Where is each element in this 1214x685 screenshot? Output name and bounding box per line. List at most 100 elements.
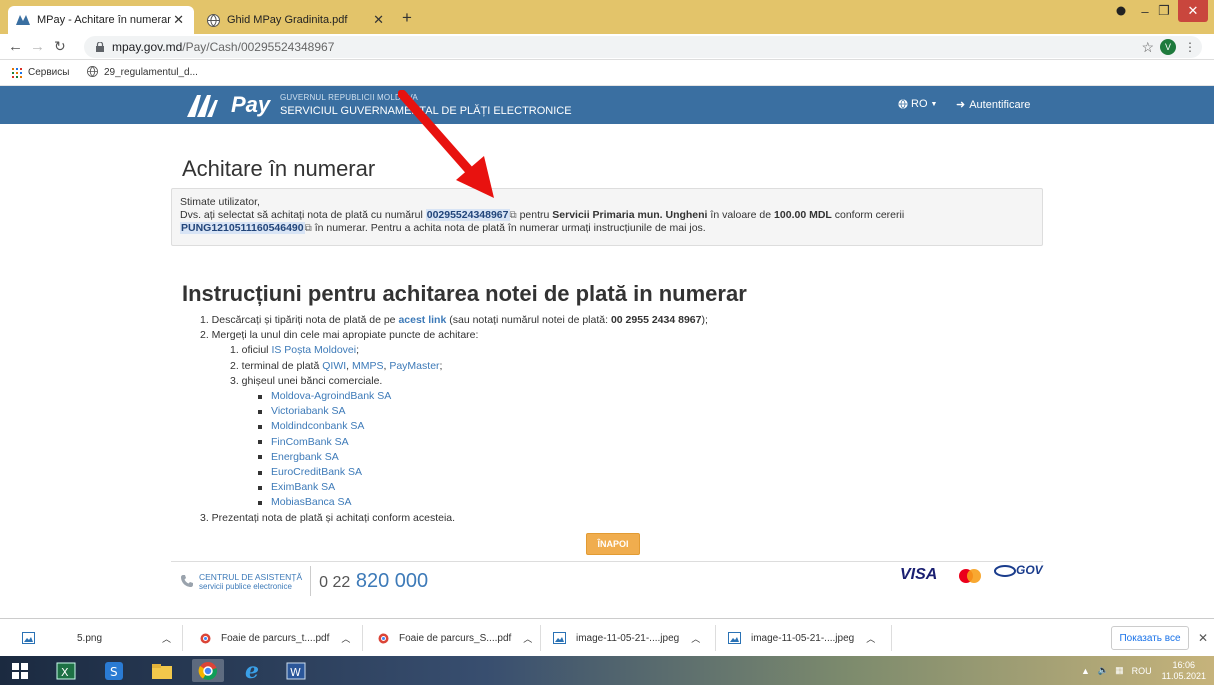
step-text: 1. Descărcați și tipăriți nota de plată … <box>200 314 396 326</box>
chevron-up-icon[interactable]: ︿ <box>866 632 875 645</box>
chrome-icon[interactable] <box>192 659 224 682</box>
close-downloads-icon[interactable]: ✕ <box>1198 631 1208 645</box>
amount: 100.00 MDL <box>774 209 832 221</box>
bookmark-services[interactable]: Сервисы <box>28 67 69 78</box>
star-icon[interactable]: ☆ <box>1141 39 1154 56</box>
mmps-link[interactable]: MMPS <box>352 360 384 372</box>
restore-icon[interactable]: ❐ <box>1155 0 1173 22</box>
bullet <box>258 440 262 445</box>
step-1: 1. Descărcați și tipăriți nota de plată … <box>200 313 708 328</box>
chevron-up-icon[interactable]: ︿ <box>341 632 350 645</box>
download-item[interactable]: Foaie de parcurs_t....pdf ︿ <box>200 619 350 657</box>
chevron-up-icon[interactable]: ︿ <box>523 632 532 645</box>
new-tab-button[interactable]: + <box>402 9 412 26</box>
file-explorer-icon[interactable] <box>146 659 178 682</box>
windows-start-icon[interactable] <box>4 659 36 682</box>
forward-arrow-icon[interactable]: → <box>30 38 45 55</box>
step-2-2: 2. terminal de plată QIWI, MMPS, PayMast… <box>200 359 708 374</box>
system-tray: ▲ 🔈 ▦ ROU 16:06 11.05.2021 <box>1081 656 1206 685</box>
apps-grid-icon[interactable] <box>12 68 22 78</box>
window-close-icon[interactable]: ✕ <box>1178 0 1208 22</box>
bank-link[interactable]: EximBank SA <box>271 480 335 495</box>
request-number[interactable]: PUNG1210511160546490 <box>180 222 305 234</box>
divider <box>715 625 716 651</box>
sep: , <box>383 359 387 372</box>
show-all-downloads-button[interactable]: Показать все <box>1111 626 1189 650</box>
service-name: Servicii Primaria mun. Ungheni <box>552 209 708 221</box>
bullet <box>258 470 262 475</box>
bank-link[interactable]: Energbank SA <box>271 450 339 465</box>
minimize-icon[interactable]: – <box>1136 0 1154 22</box>
word-icon[interactable]: W <box>280 659 312 682</box>
clock[interactable]: 16:06 11.05.2021 <box>1162 660 1206 682</box>
url-path: /Pay/Cash/00295524348967 <box>182 40 335 54</box>
divider <box>310 566 312 596</box>
network-icon[interactable]: ▦ <box>1115 665 1124 676</box>
language-selector[interactable]: RO ▼ <box>898 98 937 110</box>
posta-moldovei-link[interactable]: IS Poșta Moldovei <box>271 344 356 356</box>
site-header: Pay GUVERNUL REPUBLICII MOLDOVA SERVICIU… <box>0 86 1214 124</box>
url-input[interactable]: mpay.gov.md/Pay/Cash/00295524348967 ☆ V … <box>84 36 1202 58</box>
phone-icon <box>181 575 193 587</box>
sign-in-icon: ➜ <box>956 99 966 111</box>
login-label: Autentificare <box>969 98 1031 111</box>
download-item[interactable]: image-11-05-21-....jpeg ︿ <box>728 619 875 657</box>
download-item[interactable]: image-11-05-21-....jpeg ︿ <box>553 619 700 657</box>
downloads-bar: 5.png ︿ Foaie de parcurs_t....pdf ︿ Foai… <box>0 618 1214 656</box>
page-title: Achitare în numerar <box>182 156 376 181</box>
skype-icon[interactable]: S <box>98 659 130 682</box>
red-arrow-icon <box>398 90 494 198</box>
bank-link[interactable]: EuroCreditBank SA <box>271 465 362 480</box>
profile-avatar[interactable]: V <box>1160 39 1176 55</box>
bank-item: EuroCreditBank SA <box>200 465 708 480</box>
download-item[interactable]: Foaie de parcurs_S....pdf ︿ <box>378 619 532 657</box>
mpay-logo[interactable]: Pay <box>185 90 270 120</box>
support-phone[interactable]: 0 22 820 000 <box>319 570 428 593</box>
tray-chevron-icon[interactable]: ▲ <box>1081 666 1090 676</box>
msg-text: Dvs. ați selectat să achitați nota de pl… <box>180 209 423 221</box>
step-2-3: 3. ghișeul unei bănci comerciale. <box>230 374 383 387</box>
menu-dots-icon[interactable]: ⋮ <box>1184 40 1196 54</box>
download-filename: Foaie de parcurs_t....pdf <box>221 632 330 644</box>
bookmark-regulament[interactable]: 29_regulamentul_d... <box>104 67 198 78</box>
keyboard-language[interactable]: ROU <box>1132 666 1152 676</box>
bank-link[interactable]: FinComBank SA <box>271 435 349 450</box>
tab-mpay[interactable]: MPay - Achitare în numerar ✕ <box>8 6 194 34</box>
step-2: 2. Mergeți la unul din cele mai apropiat… <box>200 329 479 342</box>
tab-close-icon[interactable]: ✕ <box>373 12 384 28</box>
volume-icon[interactable]: 🔈 <box>1098 665 1109 676</box>
back-button[interactable]: ÎNAPOI <box>586 533 640 555</box>
payment-info-box: Stimate utilizator, Dvs. ați selectat să… <box>171 188 1043 246</box>
copy-icon[interactable]: ⧉ <box>305 223 312 234</box>
bank-link[interactable]: MobiasBanca SA <box>271 495 352 510</box>
excel-icon[interactable]: X <box>50 659 82 682</box>
download-invoice-link[interactable]: acest link <box>398 314 446 326</box>
chevron-up-icon[interactable]: ︿ <box>162 632 171 645</box>
tab-ghid-pdf[interactable]: Ghid MPay Gradinita.pdf ✕ <box>198 6 394 34</box>
invoice-number[interactable]: 00295524348967 <box>425 209 510 221</box>
reload-icon[interactable]: ↻ <box>54 38 66 55</box>
tab-close-icon[interactable]: ✕ <box>173 12 184 28</box>
phone-prefix: 0 22 <box>319 573 351 591</box>
clock-date: 11.05.2021 <box>1161 670 1206 681</box>
chevron-up-icon[interactable]: ︿ <box>691 632 700 645</box>
internet-explorer-icon[interactable]: e <box>236 658 268 684</box>
url-host: mpay.gov.md <box>112 40 183 54</box>
bank-link[interactable]: Moldindconbank SA <box>271 419 364 434</box>
windows-taskbar: X S e W ▲ 🔈 ▦ ROU 16:06 11.05.2021 <box>0 656 1214 685</box>
bank-link[interactable]: Moldova-AgroindBank SA <box>271 389 391 404</box>
image-file-icon <box>22 632 35 644</box>
qiwi-link[interactable]: QIWI <box>322 360 346 372</box>
login-link[interactable]: ➜ Autentificare <box>956 98 1031 112</box>
download-item[interactable]: 5.png ︿ <box>22 619 171 657</box>
mgov-logo: GOV <box>994 563 1043 578</box>
bank-link[interactable]: Victoriabank SA <box>271 404 346 419</box>
tab-title: Ghid MPay Gradinita.pdf <box>227 14 348 26</box>
profile-dot-icon[interactable] <box>1112 0 1130 22</box>
step-text: 1. oficiul <box>230 344 269 357</box>
divider <box>540 625 541 651</box>
back-arrow-icon[interactable]: ← <box>8 38 23 55</box>
paymaster-link[interactable]: PayMaster <box>389 360 439 372</box>
gov-label: GOV <box>1016 563 1043 577</box>
copy-icon[interactable]: ⧉ <box>510 210 517 221</box>
